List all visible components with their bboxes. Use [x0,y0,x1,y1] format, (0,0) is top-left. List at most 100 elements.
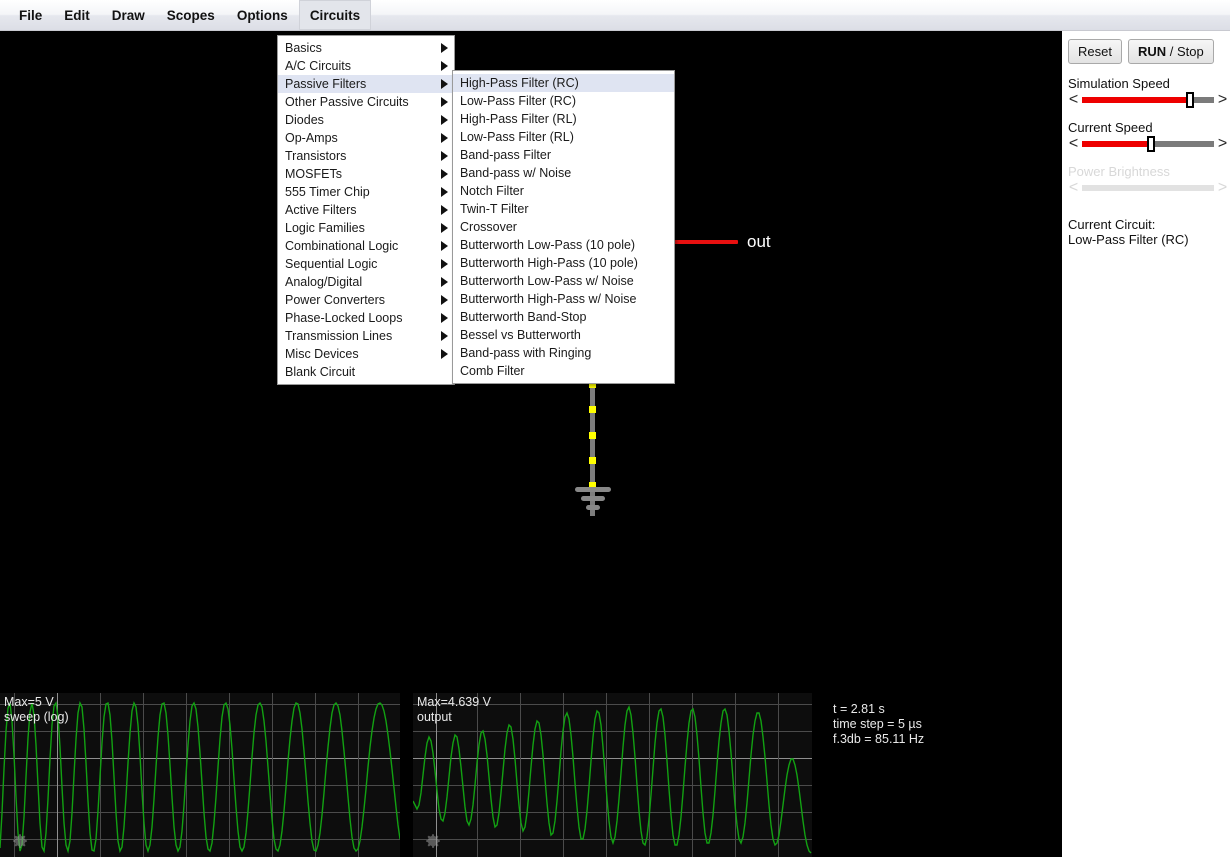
control-sidebar: Reset RUN / Stop Simulation Speed < > Cu… [1062,31,1230,857]
ground-symbol-bar-2 [581,496,605,501]
current-speed-decrease-icon[interactable]: < [1068,136,1079,152]
output-wire[interactable] [673,240,738,244]
passive-filters-item-13[interactable]: Butterworth Band-Stop [453,308,674,326]
passive-filters-submenu[interactable]: High-Pass Filter (RC) Low-Pass Filter (RC… [452,70,675,384]
scope-sweep-max: Max=5 V [4,695,54,709]
circuits-menu-item-7[interactable]: MOSFETs [278,165,454,183]
power-brightness-label: Power Brightness [1068,164,1170,179]
ground-symbol-bar-1 [575,487,611,492]
circuits-menu-item-17[interactable]: Misc Devices [278,345,454,363]
status-time-step: time step = 5 µs [833,717,922,731]
circuits-menu-item-11[interactable]: Combinational Logic [278,237,454,255]
scope-sweep-labels: Max=5 V sweep (log) [4,695,69,725]
menu-item-label: Low-Pass Filter (RC) [460,94,576,108]
simulation-speed-label: Simulation Speed [1068,76,1170,91]
circuits-menu-item-14[interactable]: Power Converters [278,291,454,309]
menu-options[interactable]: Options [226,0,299,30]
current-speed-slider[interactable] [1082,136,1214,152]
current-dot [589,406,596,413]
passive-filters-item-1[interactable]: Low-Pass Filter (RC) [453,92,674,110]
circuits-menu-item-10[interactable]: Logic Families [278,219,454,237]
scope-sweep[interactable]: Max=5 V sweep (log) [0,693,400,857]
chevron-right-icon [441,295,448,305]
power-brightness-decrease-icon: < [1068,179,1079,196]
menu-draw[interactable]: Draw [101,0,156,30]
menu-item-label: Passive Filters [285,77,367,91]
circuits-dropdown-menu[interactable]: Basics A/C Circuits Passive Filters Other P… [277,35,455,385]
scope-output-max: Max=4.639 V [417,695,492,709]
chevron-right-icon [441,151,448,161]
passive-filters-item-10[interactable]: Butterworth High-Pass (10 pole) [453,254,674,272]
circuit-canvas[interactable]: out Basics A/C Circuits Passive Filters Oth… [0,31,1062,693]
menu-item-label: Power Converters [285,293,386,307]
passive-filters-item-2[interactable]: High-Pass Filter (RL) [453,110,674,128]
chevron-right-icon [441,277,448,287]
circuits-menu-item-2[interactable]: Passive Filters [278,75,454,93]
menu-edit[interactable]: Edit [53,0,101,30]
passive-filters-item-5[interactable]: Band-pass w/ Noise [453,164,674,182]
menu-scopes[interactable]: Scopes [156,0,226,30]
menu-item-label: Bessel vs Butterworth [460,328,581,342]
menu-item-label: MOSFETs [285,167,342,181]
gear-icon[interactable] [11,832,29,850]
passive-filters-item-14[interactable]: Bessel vs Butterworth [453,326,674,344]
circuits-menu-item-16[interactable]: Transmission Lines [278,327,454,345]
passive-filters-item-7[interactable]: Twin-T Filter [453,200,674,218]
ground-symbol-bar-3 [586,505,600,510]
gear-icon[interactable] [424,832,442,850]
menu-item-label: High-Pass Filter (RC) [460,76,579,90]
circuit-simulator-window: File Edit Draw Scopes Options Circuits o… [0,0,1230,857]
passive-filters-item-6[interactable]: Notch Filter [453,182,674,200]
passive-filters-item-11[interactable]: Butterworth Low-Pass w/ Noise [453,272,674,290]
menu-item-label: High-Pass Filter (RL) [460,112,577,126]
circuits-menu-item-4[interactable]: Diodes [278,111,454,129]
menu-circuits[interactable]: Circuits [298,0,372,30]
circuits-menu-item-1[interactable]: A/C Circuits [278,57,454,75]
circuits-menu-item-8[interactable]: 555 Timer Chip [278,183,454,201]
current-circuit-info: Current Circuit: Low-Pass Filter (RC) [1068,217,1230,248]
menu-item-label: Logic Families [285,221,365,235]
current-circuit-name: Low-Pass Filter (RC) [1068,232,1189,248]
simulation-speed-increase-icon[interactable]: > [1217,92,1228,108]
circuits-menu-item-12[interactable]: Sequential Logic [278,255,454,273]
scopes-area: Max=5 V sweep (log) Max=4.639 V output t… [0,693,1062,857]
passive-filters-item-12[interactable]: Butterworth High-Pass w/ Noise [453,290,674,308]
menu-item-label: Other Passive Circuits [285,95,409,109]
current-dot [589,457,596,464]
menu-item-label: Twin-T Filter [460,202,529,216]
circuits-menu-item-18[interactable]: Blank Circuit [278,363,454,381]
passive-filters-item-15[interactable]: Band-pass with Ringing [453,344,674,362]
stop-label: / Stop [1166,44,1204,59]
menu-item-label: Op-Amps [285,131,338,145]
menu-item-label: Active Filters [285,203,357,217]
circuits-menu-item-5[interactable]: Op-Amps [278,129,454,147]
chevron-right-icon [441,205,448,215]
passive-filters-item-8[interactable]: Crossover [453,218,674,236]
current-speed-increase-icon[interactable]: > [1217,136,1228,152]
circuits-menu-item-0[interactable]: Basics [278,39,454,57]
menu-file[interactable]: File [8,0,53,30]
status-f3db: f.3db = 85.11 Hz [833,732,925,746]
passive-filters-item-3[interactable]: Low-Pass Filter (RL) [453,128,674,146]
scope-output[interactable]: Max=4.639 V output [413,693,812,857]
passive-filters-item-9[interactable]: Butterworth Low-Pass (10 pole) [453,236,674,254]
simulation-speed-decrease-icon[interactable]: < [1068,92,1079,108]
run-stop-button[interactable]: RUN / Stop [1127,39,1214,64]
circuits-menu-item-13[interactable]: Analog/Digital [278,273,454,291]
menu-item-label: Sequential Logic [285,257,378,271]
passive-filters-item-4[interactable]: Band-pass Filter [453,146,674,164]
chevron-right-icon [441,241,448,251]
passive-filters-item-0[interactable]: High-Pass Filter (RC) [453,74,674,92]
menu-item-label: A/C Circuits [285,59,351,73]
circuits-menu-item-3[interactable]: Other Passive Circuits [278,93,454,111]
chevron-right-icon [441,43,448,53]
simulation-speed-slider[interactable] [1082,92,1214,108]
circuits-menu-item-15[interactable]: Phase-Locked Loops [278,309,454,327]
circuits-menu-item-9[interactable]: Active Filters [278,201,454,219]
reset-button[interactable]: Reset [1068,39,1122,64]
circuits-menu-item-6[interactable]: Transistors [278,147,454,165]
simulation-speed-group: Simulation Speed < > [1068,76,1228,108]
chevron-right-icon [441,115,448,125]
passive-filters-item-16[interactable]: Comb Filter [453,362,674,380]
menu-item-label: Crossover [460,220,517,234]
